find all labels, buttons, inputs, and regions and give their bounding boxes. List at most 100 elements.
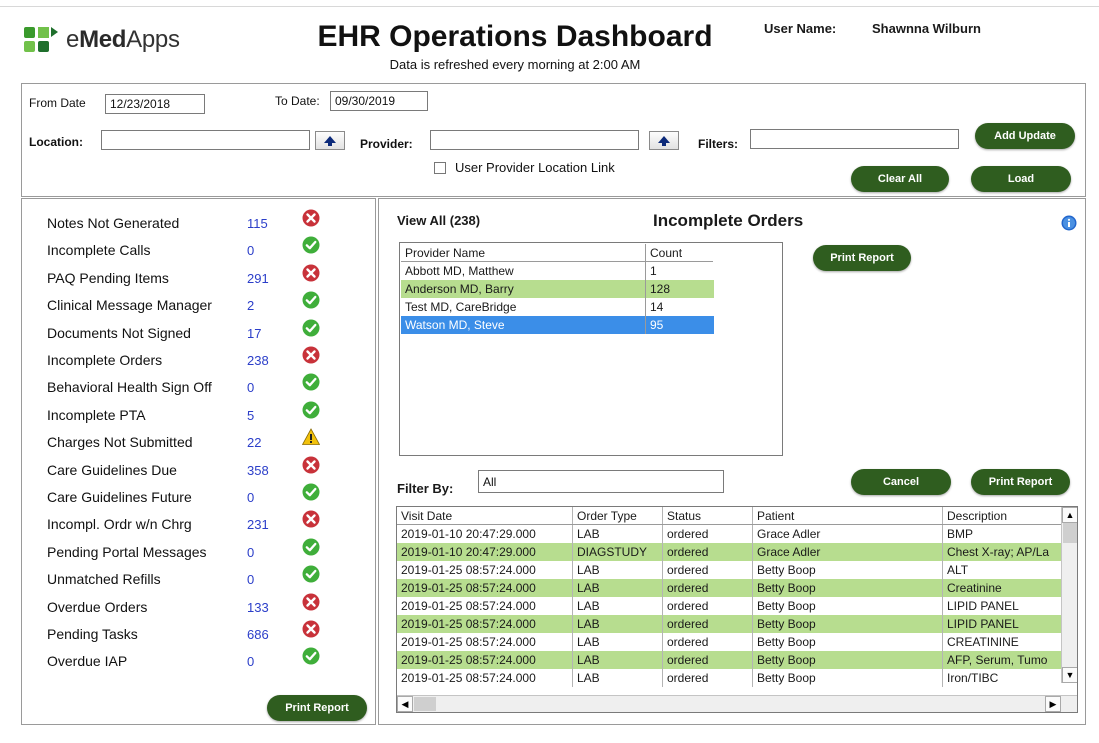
metric-count[interactable]: 17 <box>247 326 261 341</box>
provider-print-report-button[interactable]: Print Report <box>813 245 911 271</box>
metric-row[interactable]: Care Guidelines Future 0 <box>22 483 372 511</box>
orders-header-cell[interactable]: Patient <box>753 507 943 524</box>
ok-check-icon <box>302 538 320 556</box>
metric-count[interactable]: 5 <box>247 408 254 423</box>
metric-row[interactable]: Pending Tasks 686 <box>22 620 372 648</box>
scroll-down-icon[interactable]: ▼ <box>1062 667 1077 683</box>
order-row[interactable]: 2019-01-10 20:47:29.000 DIAGSTUDY ordered G… <box>397 543 1063 561</box>
metric-row[interactable]: Behavioral Health Sign Off 0 <box>22 373 372 401</box>
metric-count[interactable]: 0 <box>247 654 254 669</box>
metric-row[interactable]: Clinical Message Manager 2 <box>22 291 372 319</box>
order-type-cell: LAB <box>573 561 663 579</box>
order-date-cell: 2019-01-25 08:57:24.000 <box>397 579 573 597</box>
order-row[interactable]: 2019-01-25 08:57:24.000 LAB ordered Betty B… <box>397 651 1063 669</box>
orders-print-report-button[interactable]: Print Report <box>971 469 1070 495</box>
metric-row[interactable]: Pending Portal Messages 0 <box>22 538 372 566</box>
location-field[interactable] <box>101 130 310 150</box>
order-type-cell: LAB <box>573 651 663 669</box>
order-desc-cell: Chest X-ray; AP/La <box>947 545 1050 559</box>
metric-row[interactable]: Notes Not Generated 115 <box>22 209 372 237</box>
add-update-button[interactable]: Add Update <box>975 123 1075 149</box>
metric-row[interactable]: Incompl. Ordr w/n Chrg 231 <box>22 510 372 538</box>
provider-row[interactable]: Abbott MD, Matthew 1 <box>401 262 714 280</box>
metric-row[interactable]: Documents Not Signed 17 <box>22 319 372 347</box>
scroll-right-icon[interactable]: ▶ <box>1045 696 1061 712</box>
order-row[interactable]: 2019-01-25 08:57:24.000 LAB ordered Betty B… <box>397 597 1063 615</box>
orders-header-cell[interactable]: Description <box>943 507 1063 524</box>
order-type-cell: DIAGSTUDY <box>573 543 663 561</box>
provider-name-cell: Test MD, CareBridge <box>401 298 646 316</box>
view-all-link[interactable]: View All (238) <box>397 213 480 228</box>
detail-title: Incomplete Orders <box>653 211 804 230</box>
scroll-left-icon[interactable]: ◀ <box>397 696 413 712</box>
provider-row[interactable]: Test MD, CareBridge 14 <box>401 298 714 316</box>
metric-count[interactable]: 0 <box>247 572 254 587</box>
order-row[interactable]: 2019-01-25 08:57:24.000 LAB ordered Betty B… <box>397 561 1063 579</box>
load-button[interactable]: Load <box>971 166 1071 192</box>
metric-count[interactable]: 115 <box>247 216 268 231</box>
provider-field[interactable] <box>430 130 639 150</box>
metric-row[interactable]: Overdue IAP 0 <box>22 647 372 675</box>
metric-count[interactable]: 0 <box>247 243 254 258</box>
metric-count[interactable]: 133 <box>247 600 269 615</box>
metric-count[interactable]: 0 <box>247 490 254 505</box>
order-row[interactable]: 2019-01-10 20:47:29.000 LAB ordered Grace A… <box>397 525 1063 543</box>
provider-count-cell: 1 <box>650 264 657 278</box>
metric-row[interactable]: Overdue Orders 133 <box>22 593 372 621</box>
order-patient-cell: Betty Boop <box>753 651 943 669</box>
provider-count-header[interactable]: Count <box>646 244 713 261</box>
metric-label: Notes Not Generated <box>47 215 180 231</box>
metric-count[interactable]: 238 <box>247 353 269 368</box>
metric-count[interactable]: 686 <box>247 627 269 642</box>
order-row[interactable]: 2019-01-25 08:57:24.000 LAB ordered Betty B… <box>397 579 1063 597</box>
metric-count[interactable]: 0 <box>247 380 254 395</box>
clear-all-button[interactable]: Clear All <box>851 166 949 192</box>
warning-triangle-icon <box>301 428 321 446</box>
metric-label: Behavioral Health Sign Off <box>47 379 212 396</box>
info-icon[interactable] <box>1061 215 1077 231</box>
metric-row[interactable]: Care Guidelines Due 358 <box>22 456 372 484</box>
metric-count[interactable]: 358 <box>247 463 269 478</box>
orders-header-cell[interactable]: Status <box>663 507 753 524</box>
order-patient-cell: Betty Boop <box>753 615 943 633</box>
orders-vertical-scrollbar[interactable]: ▲ ▼ <box>1061 507 1077 683</box>
metric-row[interactable]: Charges Not Submitted 22 <box>22 428 372 456</box>
metric-count[interactable]: 231 <box>247 517 269 532</box>
orders-header-cell[interactable]: Order Type <box>573 507 663 524</box>
order-row[interactable]: 2019-01-25 08:57:24.000 LAB ordered Betty B… <box>397 633 1063 651</box>
location-up-button[interactable] <box>315 131 345 150</box>
provider-row[interactable]: Anderson MD, Barry 128 <box>401 280 714 298</box>
vertical-scroll-thumb[interactable] <box>1063 523 1077 543</box>
horizontal-scroll-thumb[interactable] <box>414 697 436 711</box>
metric-count[interactable]: 2 <box>247 298 254 313</box>
metric-label: Care Guidelines Due <box>47 461 177 478</box>
metric-row[interactable]: Incomplete Calls 0 <box>22 236 372 264</box>
error-x-icon <box>302 593 320 611</box>
orders-horizontal-scrollbar[interactable]: ◀ ▶ <box>397 695 1077 712</box>
cancel-button[interactable]: Cancel <box>851 469 951 495</box>
filters-field[interactable] <box>750 129 959 149</box>
order-row[interactable]: 2019-01-25 08:57:24.000 LAB ordered Betty B… <box>397 615 1063 633</box>
order-row[interactable]: 2019-01-25 08:57:24.000 LAB ordered Betty B… <box>397 669 1063 687</box>
provider-name-header[interactable]: Provider Name <box>401 244 646 261</box>
metric-row[interactable]: Incomplete PTA 5 <box>22 401 372 429</box>
filter-by-field[interactable] <box>478 470 724 493</box>
provider-location-link-checkbox[interactable] <box>434 162 446 174</box>
order-status-cell: ordered <box>663 543 753 561</box>
metric-count[interactable]: 0 <box>247 545 254 560</box>
to-date-field[interactable] <box>330 91 428 111</box>
metrics-print-report-button[interactable]: Print Report <box>267 695 367 721</box>
provider-up-button[interactable] <box>649 131 679 150</box>
from-date-field[interactable] <box>105 94 205 114</box>
metric-row[interactable]: Incomplete Orders 238 <box>22 346 372 374</box>
order-patient-cell: Betty Boop <box>753 561 943 579</box>
metric-row[interactable]: PAQ Pending Items 291 <box>22 264 372 292</box>
orders-header-cell[interactable]: Visit Date <box>397 507 573 524</box>
order-date-cell: 2019-01-25 08:57:24.000 <box>397 561 573 579</box>
metric-count[interactable]: 291 <box>247 271 269 286</box>
metric-row[interactable]: Unmatched Refills 0 <box>22 565 372 593</box>
scroll-up-icon[interactable]: ▲ <box>1062 507 1077 523</box>
metric-count[interactable]: 22 <box>247 435 261 450</box>
provider-row[interactable]: Watson MD, Steve 95 <box>401 316 714 334</box>
metric-label: Incompl. Ordr w/n Chrg <box>47 516 192 533</box>
